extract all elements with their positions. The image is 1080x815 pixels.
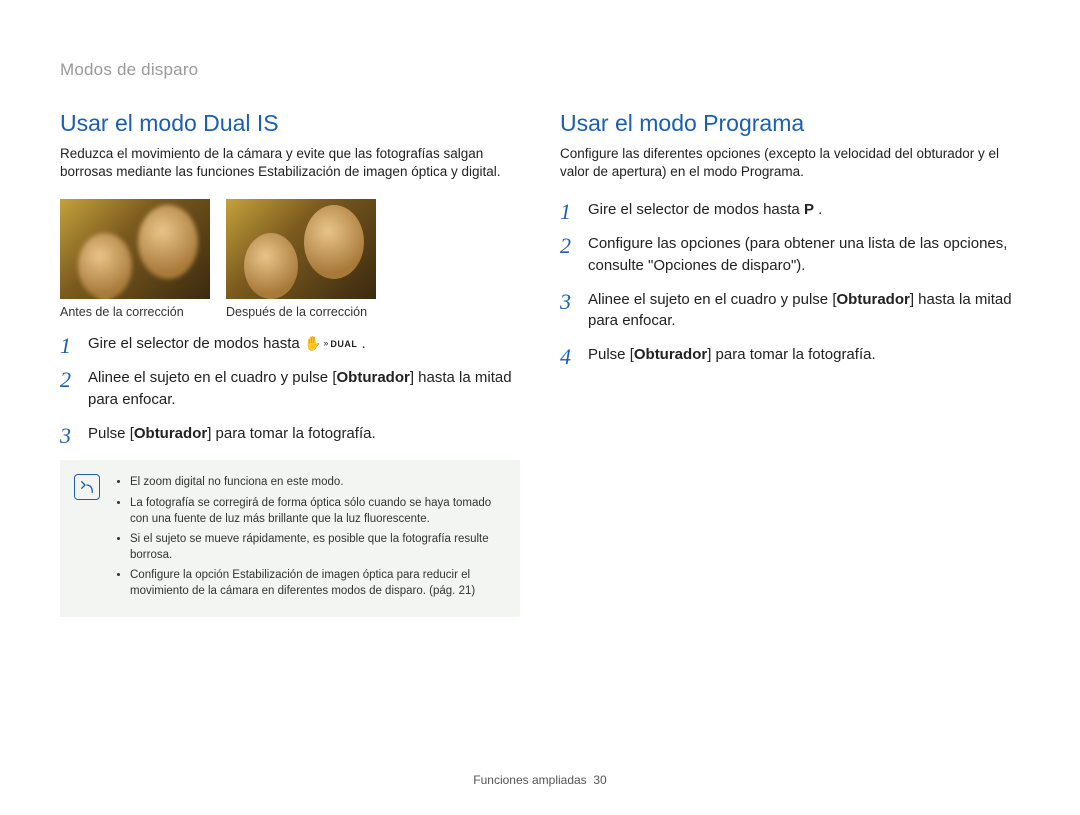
note-list: El zoom digital no funciona en este modo…: [114, 474, 506, 599]
steps-programa: Gire el selector de modos hasta P . Conf…: [560, 199, 1020, 366]
step-text: Pulse [: [88, 425, 134, 442]
left-column: Usar el modo Dual IS Reduzca el movimien…: [60, 110, 520, 617]
step-1-prog: Gire el selector de modos hasta P .: [560, 199, 1020, 221]
right-column: Usar el modo Programa Configure las dife…: [560, 110, 1020, 617]
step-2-dual: Alinee el sujeto en el cuadro y pulse [O…: [60, 367, 520, 411]
page-number: 30: [593, 773, 606, 787]
caption-after: Después de la corrección: [226, 305, 376, 319]
note-item: La fotografía se corregirá de forma ópti…: [130, 495, 506, 527]
photo-before-block: Antes de la corrección: [60, 199, 210, 319]
page-footer: Funciones ampliadas 30: [0, 773, 1080, 787]
breadcrumb: Modos de disparo: [60, 60, 1020, 80]
heading-dual-is: Usar el modo Dual IS: [60, 110, 520, 137]
step-1-dual: Gire el selector de modos hasta ✋››DUAL …: [60, 333, 520, 355]
note-item: El zoom digital no funciona en este modo…: [130, 474, 506, 490]
heading-programa: Usar el modo Programa: [560, 110, 1020, 137]
footer-label: Funciones ampliadas: [473, 773, 586, 787]
step-2-prog: Configure las opciones (para obtener una…: [560, 233, 1020, 277]
note-item: Si el sujeto se mueve rápidamente, es po…: [130, 531, 506, 563]
step-text-post: ] para tomar la fotografía.: [207, 425, 375, 442]
caption-before: Antes de la corrección: [60, 305, 210, 319]
photo-before: [60, 199, 210, 299]
step-4-prog: Pulse [Obturador] para tomar la fotograf…: [560, 344, 1020, 366]
photo-after: [226, 199, 376, 299]
steps-dual-is: Gire el selector de modos hasta ✋››DUAL …: [60, 333, 520, 444]
intro-dual-is: Reduzca el movimiento de la cámara y evi…: [60, 145, 520, 181]
step-text: Gire el selector de modos hasta: [88, 335, 304, 352]
step-text-post: .: [357, 335, 365, 352]
shutter-label: Obturador: [134, 425, 207, 442]
step-text-post: .: [814, 201, 822, 218]
shutter-label: Obturador: [837, 291, 910, 308]
step-text: Pulse [: [588, 346, 634, 363]
note-box: El zoom digital no funciona en este modo…: [60, 460, 520, 617]
step-text: Configure las opciones (para obtener una…: [588, 235, 1007, 274]
p-mode-icon: P: [804, 201, 814, 218]
dual-mode-icon: ✋››DUAL: [304, 337, 357, 351]
note-icon: [74, 474, 100, 500]
photo-after-block: Después de la corrección: [226, 199, 376, 319]
step-3-prog: Alinee el sujeto en el cuadro y pulse [O…: [560, 289, 1020, 333]
step-text: Alinee el sujeto en el cuadro y pulse [: [588, 291, 837, 308]
step-3-dual: Pulse [Obturador] para tomar la fotograf…: [60, 423, 520, 445]
content-columns: Usar el modo Dual IS Reduzca el movimien…: [60, 110, 1020, 617]
shutter-label: Obturador: [337, 369, 410, 386]
intro-programa: Configure las diferentes opciones (excep…: [560, 145, 1020, 181]
shutter-label: Obturador: [634, 346, 707, 363]
step-text-post: ] para tomar la fotografía.: [707, 346, 875, 363]
step-text: Gire el selector de modos hasta: [588, 201, 804, 218]
photo-comparison-row: Antes de la corrección Después de la cor…: [60, 199, 520, 319]
note-item: Configure la opción Estabilización de im…: [130, 567, 506, 599]
step-text: Alinee el sujeto en el cuadro y pulse [: [88, 369, 337, 386]
